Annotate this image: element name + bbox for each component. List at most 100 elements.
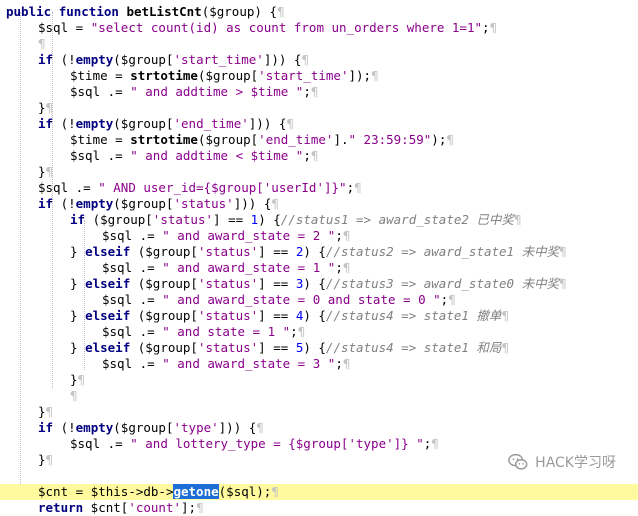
code-token: ($group[	[113, 420, 174, 435]
string-token: " and award_state = 0 and state = 0 "	[162, 292, 441, 307]
code-token: {	[256, 196, 272, 211]
code-text: if (!empty($group['end_time'])) {¶	[38, 116, 294, 132]
code-text: if (!empty($group['start_time'])) {¶	[38, 52, 309, 68]
code-token: ) {	[303, 244, 326, 259]
code-line[interactable]: ¶	[0, 388, 638, 404]
code-line[interactable]: } elseif ($group['status'] == 2) {//stat…	[0, 244, 638, 260]
code-line[interactable]: $time = strtotime($group['end_time']." 2…	[0, 132, 638, 148]
code-line[interactable]: if ($group['status'] == 1) {//status1 =>…	[0, 212, 638, 228]
code-line[interactable]: ¶	[0, 36, 638, 52]
code-line[interactable]: } elseif ($group['status'] == 3) {//stat…	[0, 276, 638, 292]
string-token: " and addtime < $time "	[130, 148, 304, 163]
code-token: ($group[	[130, 244, 198, 259]
code-line[interactable]: }¶	[0, 372, 638, 388]
code-line[interactable]: } elseif ($group['status'] == 5) {//stat…	[0, 340, 638, 356]
code-token: ];	[181, 500, 197, 515]
code-text: $sql .= " and award_state = 0 and state …	[102, 292, 456, 308]
code-token: }	[38, 164, 46, 179]
code-text: $time = strtotime($group['start_time']);…	[70, 68, 379, 84]
code-line[interactable]: } elseif ($group['status'] == 4) {//stat…	[0, 308, 638, 324]
code-token: ;	[303, 148, 311, 163]
pilcrow-mark: ¶	[271, 484, 279, 499]
code-token: ;	[335, 356, 343, 371]
string-token: 'count'	[128, 500, 181, 515]
pilcrow-mark: ¶	[342, 228, 351, 243]
code-text: $sql .= " and state = 1 ";¶	[102, 324, 305, 340]
code-token: $cnt[	[83, 500, 129, 515]
code-token: ($group[	[113, 116, 174, 131]
code-text: }¶	[38, 100, 53, 116]
code-token: ;	[303, 84, 311, 99]
code-line[interactable]: $time = strtotime($group['start_time']);…	[0, 68, 638, 84]
code-line[interactable]: }¶	[0, 100, 638, 116]
code-line[interactable]: }¶	[0, 404, 638, 420]
code-token: ;	[335, 228, 343, 243]
string-token: 'status'	[197, 244, 259, 259]
highlighted-code-line[interactable]: $cnt = $this->db->getone($sql);¶	[0, 484, 638, 500]
string-token: "select count(id) as count from un_order…	[90, 20, 483, 35]
code-token: ] ==	[213, 212, 251, 227]
code-token: }	[70, 308, 86, 323]
code-token: .=	[132, 228, 163, 243]
pilcrow-mark: ¶	[45, 404, 54, 419]
code-editor[interactable]: public function betListCnt($group) {¶ $sq…	[0, 0, 638, 515]
code-text: ¶	[38, 36, 46, 52]
code-token: ] ==	[258, 308, 296, 323]
code-text: $sql .= " and lottery_type = {$group['ty…	[70, 436, 439, 452]
pilcrow-mark: ¶	[77, 372, 86, 387]
pilcrow-mark: ¶	[276, 4, 285, 19]
keyword-token: if	[70, 212, 86, 227]
code-line[interactable]: $sql = "select count(id) as count from u…	[0, 20, 638, 36]
pilcrow-mark: ¶	[256, 420, 264, 435]
string-token: 'status'	[197, 340, 259, 355]
code-line[interactable]: $sql .= " AND user_id={$group['userId']}…	[0, 180, 638, 196]
code-text: } elseif ($group['status'] == 5) {//stat…	[70, 340, 509, 356]
code-text: ¶	[70, 388, 78, 404]
pilcrow-mark: ¶	[342, 356, 351, 371]
code-line[interactable]: $sql .= " and addtime < $time ";¶	[0, 148, 638, 164]
code-token: (!	[53, 420, 76, 435]
code-line[interactable]: }¶	[0, 164, 638, 180]
code-line[interactable]: $sql .= " and award_state = 1 ";¶	[0, 260, 638, 276]
string-token: " and lottery_type = {$group['type']} "	[130, 436, 424, 451]
code-line[interactable]: $sql .= " and addtime > $time ";¶	[0, 84, 638, 100]
code-token: $sql	[102, 356, 133, 371]
code-token: ]))	[218, 420, 242, 435]
code-line[interactable]: $sql .= " and award_state = 3 ";¶	[0, 356, 638, 372]
code-token: ) {	[258, 212, 281, 227]
code-token: .=	[100, 436, 131, 451]
code-token: ].	[333, 132, 349, 147]
string-token: " and award_state = 2 "	[162, 228, 336, 243]
code-token: }	[70, 340, 86, 355]
keyword-token: function	[58, 4, 119, 19]
code-line[interactable]: if (!empty($group['status'])) {¶	[0, 196, 638, 212]
code-line[interactable]: if (!empty($group['start_time'])) {¶	[0, 52, 638, 68]
pilcrow-mark: ¶	[371, 68, 379, 83]
code-token: ($group)	[201, 4, 262, 19]
code-line[interactable]: $sql .= " and state = 1 ";¶	[0, 324, 638, 340]
code-line[interactable]: return $cnt['count'];¶	[0, 500, 638, 516]
code-line[interactable]: if (!empty($group['end_time'])) {¶	[0, 116, 638, 132]
comment-token: //status1 => award_state2 已中奖	[280, 212, 514, 227]
code-token: (!	[53, 52, 76, 67]
code-text: $sql .= " and addtime < $time ";¶	[70, 148, 318, 164]
code-line[interactable]: $sql .= " and award_state = 0 and state …	[0, 292, 638, 308]
comment-token: //status4 => state1 撤单	[325, 308, 502, 323]
code-line[interactable]: public function betListCnt($group) {¶	[0, 4, 638, 20]
pilcrow-mark: ¶	[501, 308, 509, 323]
code-text: if (!empty($group['type'])) {¶	[38, 420, 264, 436]
pilcrow-mark: ¶	[271, 196, 279, 211]
pilcrow-mark: ¶	[196, 500, 204, 515]
pilcrow-mark: ¶	[448, 292, 456, 307]
keyword-token: if	[38, 116, 54, 131]
code-token: }	[70, 244, 86, 259]
code-text: $sql .= " and award_state = 2 ";¶	[102, 228, 350, 244]
code-text: $sql .= " AND user_id={$group['userId']}…	[38, 180, 362, 196]
code-token: $cnt	[38, 484, 69, 499]
code-token: ) {	[303, 340, 326, 355]
code-line[interactable]: $sql .= " and award_state = 2 ";¶	[0, 228, 638, 244]
code-token: $sql	[70, 84, 101, 99]
string-token: 'end_time'	[258, 132, 334, 147]
code-line[interactable]: if (!empty($group['type'])) {¶	[0, 420, 638, 436]
pilcrow-mark: ¶	[354, 180, 362, 195]
